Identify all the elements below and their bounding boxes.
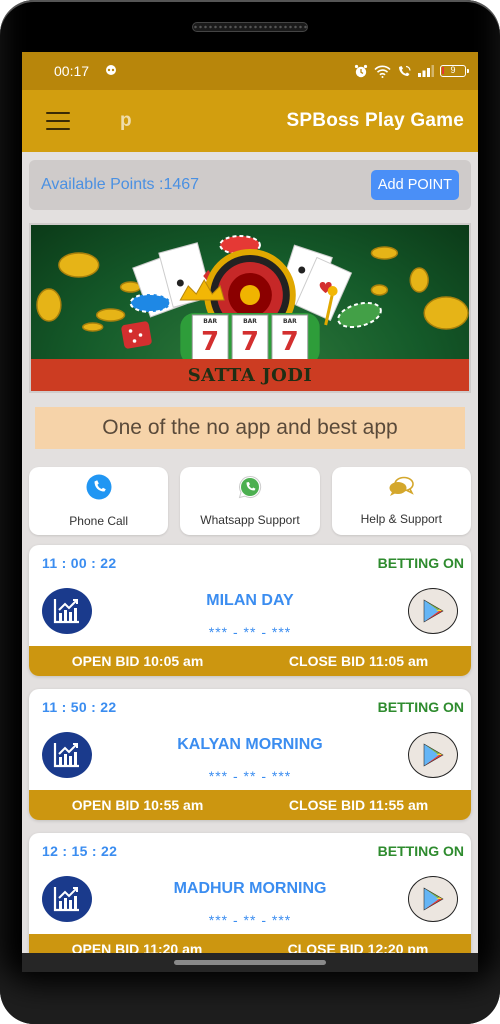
earpiece-speaker [192, 22, 308, 32]
app-header: p SPBoss Play Game [22, 90, 478, 152]
market-timer: 12 : 15 : 22 [42, 843, 118, 859]
alarm-icon [354, 64, 368, 78]
header-marquee-text: p [120, 110, 132, 131]
chat-bubbles-icon [388, 476, 415, 503]
play-icon[interactable] [408, 588, 458, 634]
whatsapp-icon [238, 475, 262, 504]
promo-banner[interactable]: 7 7 7 BAR BAR BAR SATTA JODI [29, 223, 471, 393]
market-card: 11 : 50 : 22 BETTING ON KALYAN MORNING *… [29, 689, 471, 820]
market-card: 12 : 15 : 22 BETTING ON MADHUR MORNING *… [29, 833, 471, 964]
status-time: 00:17 [54, 63, 90, 79]
bid-times-bar: OPEN BID 10:55 am CLOSE BID 11:55 am [29, 790, 471, 820]
market-name: KALYAN MORNING [177, 736, 323, 753]
market-list: 11 : 00 : 22 BETTING ON MILAN DAY *** - … [29, 545, 471, 964]
phone-icon [86, 474, 112, 505]
market-timer: 11 : 00 : 22 [42, 555, 117, 571]
open-bid-time: OPEN BID 10:05 am [71, 653, 204, 669]
close-bid-time: CLOSE BID 11:55 am [288, 797, 429, 813]
market-name: MILAN DAY [206, 592, 294, 609]
casino-illustration: 7 7 7 BAR BAR BAR [36, 235, 469, 365]
reel-symbol-3: 7 [281, 327, 299, 357]
close-bid-time: CLOSE BID 11:05 am [288, 653, 429, 669]
system-navigation-bar [22, 953, 478, 972]
reel-symbol-1: 7 [201, 327, 219, 357]
home-gesture-handle[interactable] [174, 960, 326, 965]
page-title: SPBoss Play Game [286, 110, 464, 131]
play-icon[interactable] [408, 876, 458, 922]
banner-caption: SATTA JODI [31, 359, 469, 391]
available-points-label: Available Points :1467 [41, 176, 200, 193]
phone-frame: 00:17 9 p SPBoss Play Game Available Poi… [0, 0, 500, 1024]
market-result: *** - ** - *** [208, 768, 292, 784]
add-point-button[interactable]: Add POINT [370, 170, 459, 200]
wifi-icon [374, 65, 391, 78]
whatsapp-support-label: Whatsapp Support [200, 513, 300, 527]
open-bid-time: OPEN BID 10:55 am [71, 797, 204, 813]
svg-text:BAR: BAR [283, 318, 297, 325]
wifi-calling-icon [397, 65, 412, 78]
market-card: 11 : 00 : 22 BETTING ON MILAN DAY *** - … [29, 545, 471, 676]
market-name: MADHUR MORNING [173, 880, 327, 897]
play-icon[interactable] [408, 732, 458, 778]
betting-status: BETTING ON [377, 555, 464, 571]
betting-status: BETTING ON [377, 699, 464, 715]
market-result: *** - ** - *** [208, 624, 292, 640]
signal-icon [418, 65, 434, 77]
notification-app-icon [105, 63, 117, 79]
hamburger-menu-icon[interactable] [46, 112, 70, 130]
svg-text:BAR: BAR [243, 318, 257, 325]
svg-text:BAR: BAR [203, 318, 217, 325]
bid-times-bar: OPEN BID 10:05 am CLOSE BID 11:05 am [29, 646, 471, 676]
phone-call-label: Phone Call [69, 514, 129, 528]
app-screen: 00:17 9 p SPBoss Play Game Available Poi… [22, 52, 478, 972]
market-timer: 11 : 50 : 22 [42, 699, 117, 715]
wallet-bar: Available Points :1467 Add POINT [29, 160, 471, 210]
reel-symbol-2: 7 [241, 327, 259, 357]
whatsapp-support-button[interactable]: Whatsapp Support [180, 467, 320, 535]
help-support-label: Help & Support [360, 512, 443, 526]
phone-call-button[interactable]: Phone Call [29, 467, 169, 535]
battery-icon: 9 [440, 65, 469, 77]
help-support-button[interactable]: Help & Support [331, 467, 471, 535]
market-result: *** - ** - *** [208, 912, 292, 928]
status-bar: 00:17 9 [22, 52, 478, 90]
tagline-marquee: One of the no app and best app [35, 407, 465, 449]
betting-status: BETTING ON [377, 843, 464, 859]
support-actions: Phone Call Whatsapp Support Help & Suppo… [29, 467, 471, 535]
